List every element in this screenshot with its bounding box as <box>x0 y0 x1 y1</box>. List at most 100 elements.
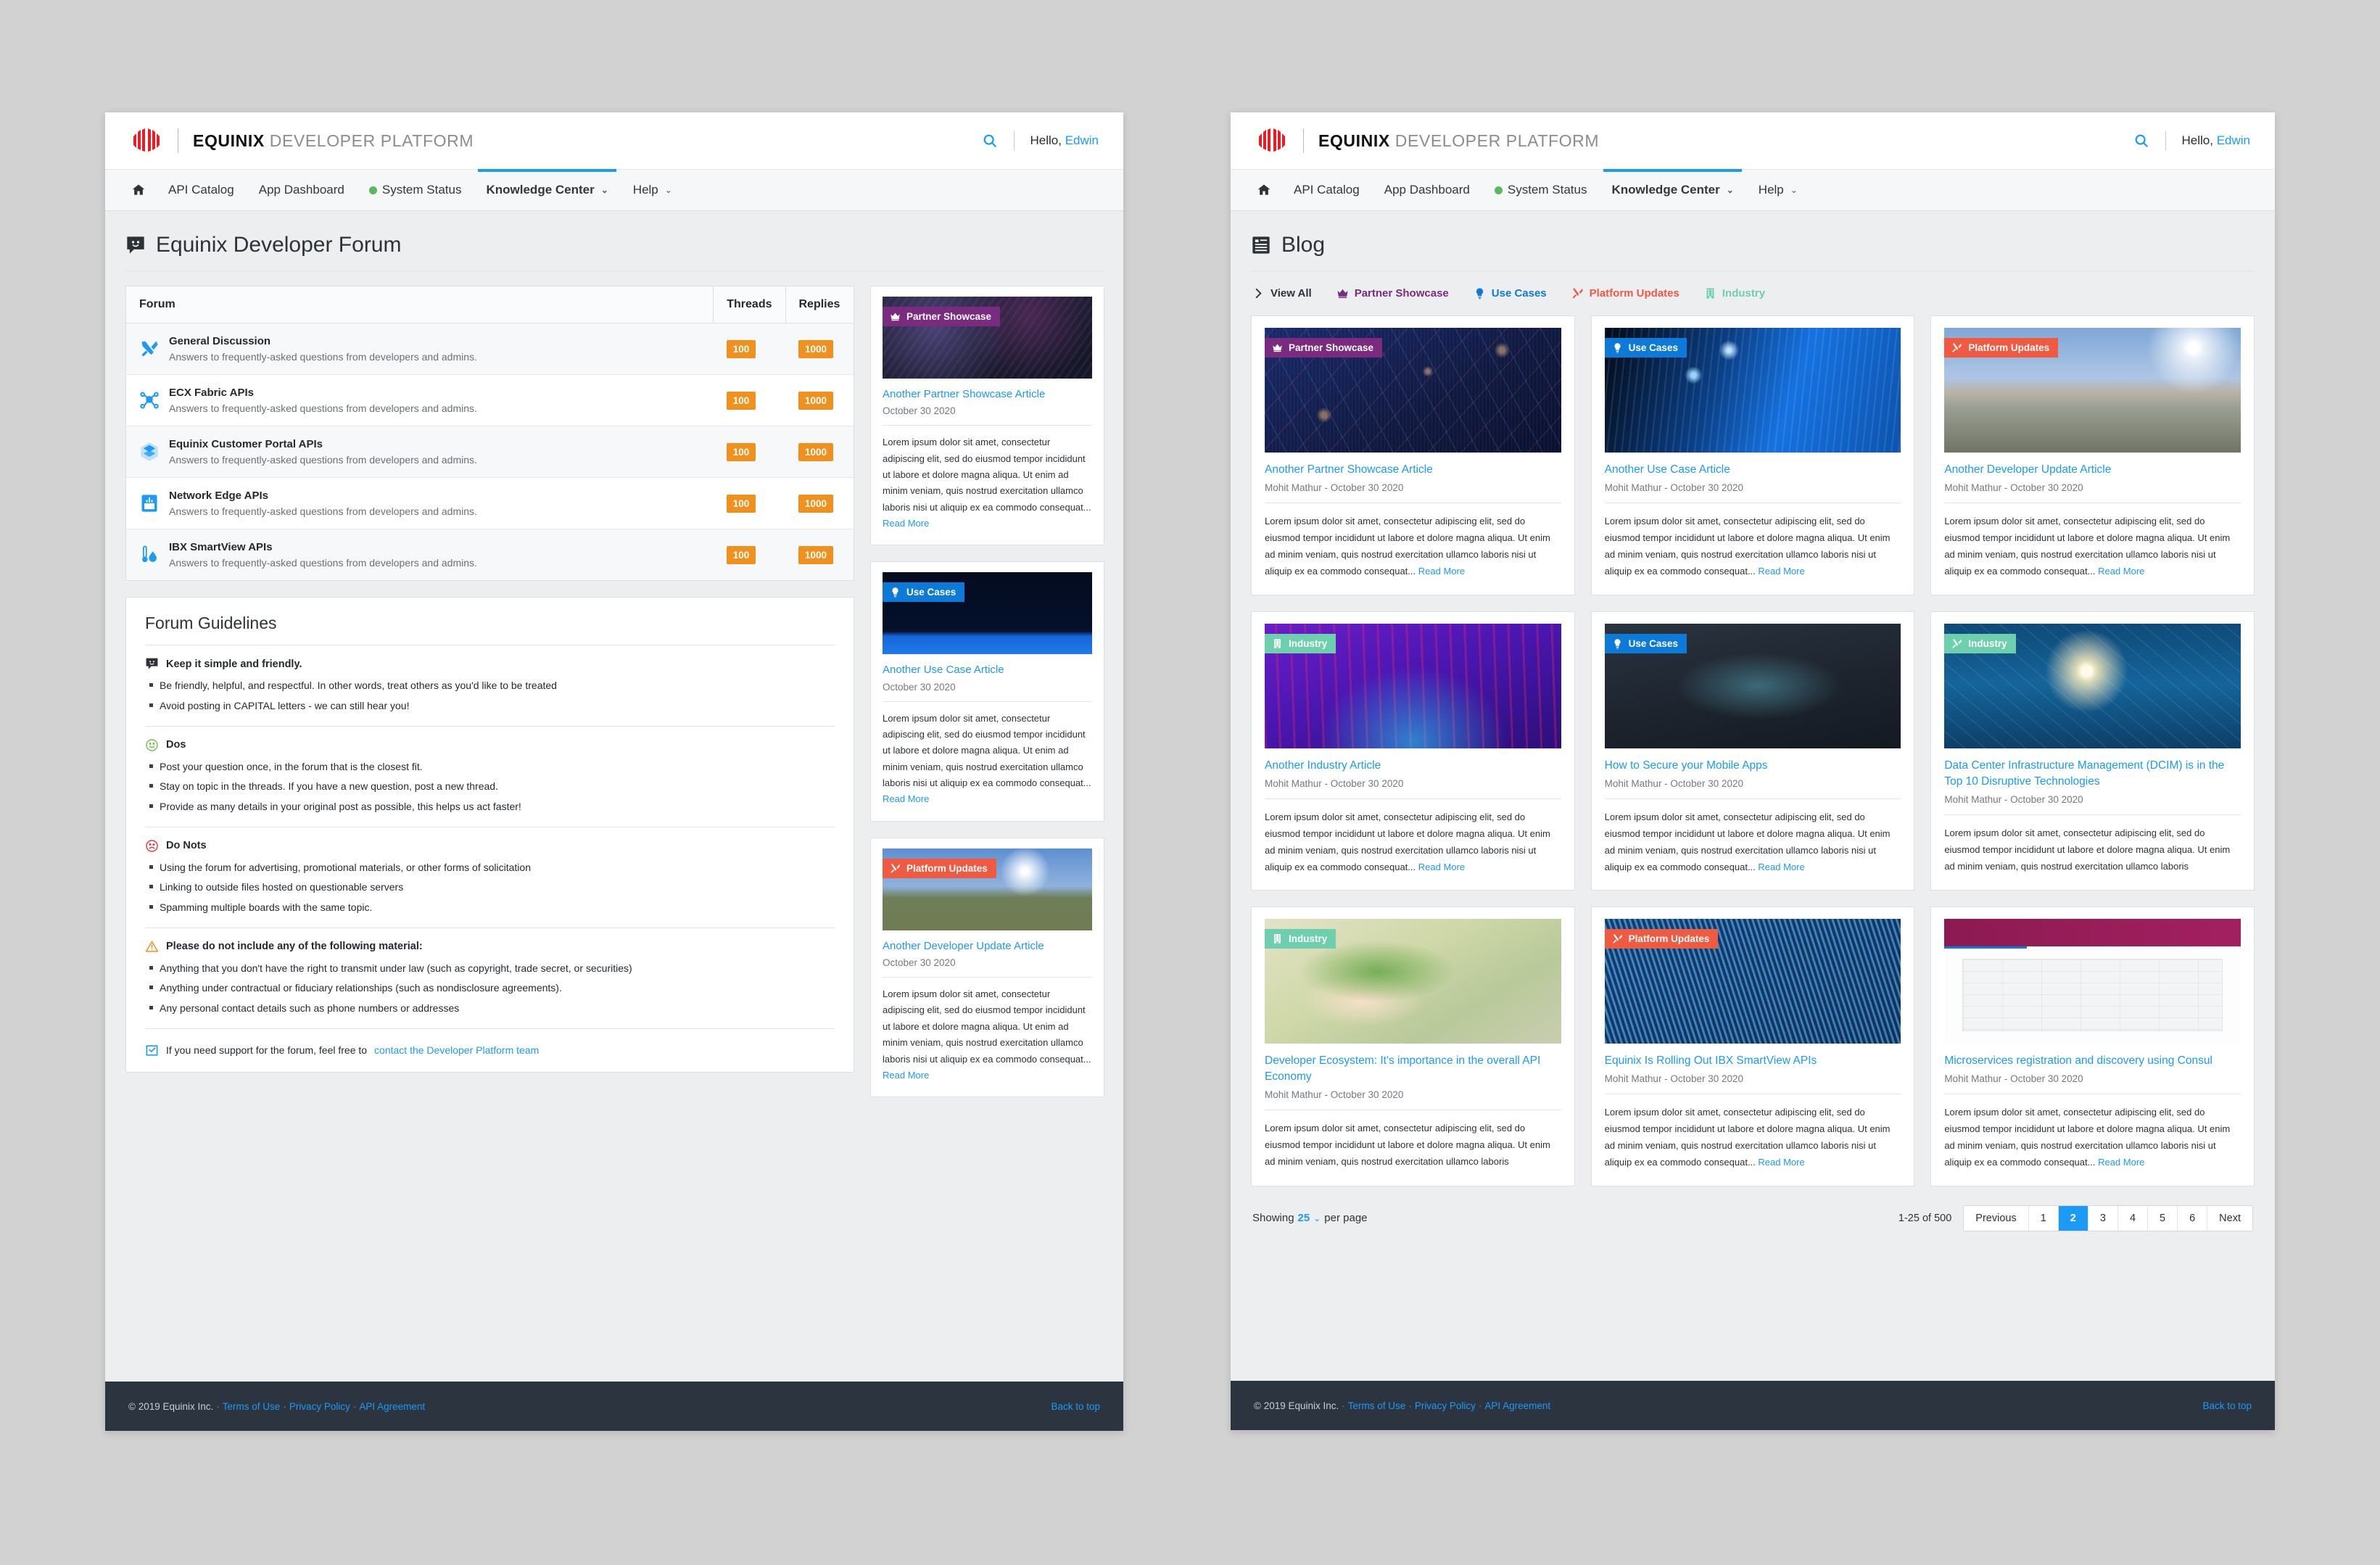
read-more-link[interactable]: Read More <box>1758 1157 1804 1168</box>
category-badge[interactable]: Industry <box>1944 633 2016 653</box>
blog-card[interactable]: Use Cases Microservices registration and… <box>1930 907 2255 1186</box>
blog-title-link[interactable]: Developer Ecosystem: It's importance in … <box>1265 1053 1561 1085</box>
support-link[interactable]: contact the Developer Platform team <box>374 1044 539 1056</box>
category-badge[interactable]: Partner Showcase <box>883 307 1001 326</box>
read-more-link[interactable]: Read More <box>1418 566 1465 577</box>
pagination-page-3[interactable]: 3 <box>2088 1205 2118 1231</box>
forum-name[interactable]: General Discussion <box>169 334 477 350</box>
article-title-link[interactable]: Another Partner Showcase Article <box>883 387 1092 402</box>
nav-item-help[interactable]: Help ⌄ <box>621 170 685 210</box>
blog-card[interactable]: Industry Developer Ecosystem: It's impor… <box>1251 907 1575 1186</box>
read-more-link[interactable]: Read More <box>1418 862 1465 872</box>
equinix-logo-icon[interactable] <box>1255 128 1289 154</box>
footer-link-privacy[interactable]: Privacy Policy <box>1415 1400 1476 1411</box>
back-to-top-link[interactable]: Back to top <box>1051 1401 1100 1412</box>
category-badge[interactable]: Platform Updates <box>1604 929 1719 949</box>
article-card[interactable]: Use Cases Another Use Case Article Octob… <box>870 561 1104 822</box>
blog-filter-industry[interactable]: Industry <box>1704 287 1765 300</box>
user-name-link[interactable]: Edwin <box>2217 133 2250 147</box>
blog-filter-platform-updates[interactable]: Platform Updates <box>1571 287 1679 300</box>
nav-item-home[interactable] <box>125 170 156 210</box>
blog-title-link[interactable]: Another Use Case Article <box>1605 462 1901 478</box>
blog-title-link[interactable]: Data Center Infrastructure Management (D… <box>1944 758 2241 790</box>
blog-title-link[interactable]: Another Partner Showcase Article <box>1265 462 1561 478</box>
category-badge[interactable]: Partner Showcase <box>1265 338 1383 358</box>
read-more-link[interactable]: Read More <box>2098 566 2144 577</box>
nav-item-system-status[interactable]: System Status <box>1482 170 1600 210</box>
blog-title-link[interactable]: Another Industry Article <box>1265 758 1561 774</box>
forum-description: Answers to frequently-asked questions fr… <box>169 453 477 466</box>
table-row[interactable]: General Discussion Answers to frequently… <box>126 323 854 376</box>
read-more-link[interactable]: Read More <box>883 793 929 804</box>
blog-title-link[interactable]: How to Secure your Mobile Apps <box>1605 758 1901 774</box>
pagination-page-4[interactable]: 4 <box>2117 1205 2149 1231</box>
category-badge[interactable]: Industry <box>1265 929 1336 949</box>
nav-item-home[interactable] <box>1251 170 1281 210</box>
nav-item-help[interactable]: Help ⌄ <box>1746 170 1810 210</box>
category-badge[interactable]: Platform Updates <box>883 858 996 878</box>
search-icon[interactable] <box>2133 133 2149 149</box>
pagination-page-5[interactable]: 5 <box>2148 1205 2178 1231</box>
table-row[interactable]: ECX Fabric APIs Answers to frequently-as… <box>126 374 854 427</box>
footer-link-terms[interactable]: Terms of Use <box>223 1401 281 1412</box>
read-more-link[interactable]: Read More <box>883 518 929 529</box>
nav-item-app-dashboard[interactable]: App Dashboard <box>247 170 357 210</box>
footer-link-api-agreement[interactable]: API Agreement <box>1484 1400 1550 1411</box>
read-more-link[interactable]: Read More <box>1758 566 1804 577</box>
category-badge[interactable]: Industry <box>1265 633 1336 653</box>
blog-card[interactable]: Industry Another Industry Article Mohit … <box>1251 611 1575 891</box>
blog-card[interactable]: Industry Data Center Infrastructure Mana… <box>1930 611 2255 891</box>
nav-item-system-status[interactable]: System Status <box>357 170 474 210</box>
threads-cell: 100 <box>713 477 785 530</box>
read-more-link[interactable]: Read More <box>2098 1157 2144 1168</box>
read-more-link[interactable]: Read More <box>883 1070 929 1081</box>
pagination-next[interactable]: Next <box>2207 1205 2252 1231</box>
pagination-previous[interactable]: Previous <box>1964 1205 2029 1231</box>
category-badge[interactable]: Use Cases <box>1944 929 2027 949</box>
nav-item-api-catalog[interactable]: API Catalog <box>156 170 247 210</box>
equinix-logo-icon[interactable] <box>130 128 163 154</box>
per-page-control[interactable]: Showing 25 ⌄ per page <box>1252 1212 1368 1224</box>
nav-item-app-dashboard[interactable]: App Dashboard <box>1372 170 1482 210</box>
forum-name[interactable]: Network Edge APIs <box>169 488 477 504</box>
footer-link-privacy[interactable]: Privacy Policy <box>289 1401 350 1412</box>
blog-title-link[interactable]: Equinix Is Rolling Out IBX SmartView API… <box>1605 1053 1901 1069</box>
blog-card[interactable]: Platform Updates Equinix Is Rolling Out … <box>1590 907 1915 1186</box>
forum-name[interactable]: Equinix Customer Portal APIs <box>169 437 477 453</box>
blog-title-link[interactable]: Microservices registration and discovery… <box>1944 1053 2241 1069</box>
user-name-link[interactable]: Edwin <box>1065 133 1099 147</box>
category-badge[interactable]: Use Cases <box>1604 633 1687 653</box>
blog-filter-use-cases[interactable]: Use Cases <box>1474 287 1547 300</box>
blog-filter-partner-showcase[interactable]: Partner Showcase <box>1336 287 1449 300</box>
article-title-link[interactable]: Another Developer Update Article <box>883 939 1092 954</box>
pagination-page-2[interactable]: 2 <box>2058 1205 2088 1231</box>
forum-name[interactable]: IBX SmartView APIs <box>169 540 477 556</box>
blog-filter-view-all[interactable]: View All <box>1252 287 1312 300</box>
search-icon[interactable] <box>982 133 998 149</box>
category-badge[interactable]: Platform Updates <box>1944 338 2059 358</box>
blog-card[interactable]: Use Cases How to Secure your Mobile Apps… <box>1590 611 1915 891</box>
pagination-page-6[interactable]: 6 <box>2178 1205 2208 1231</box>
footer-link-api-agreement[interactable]: API Agreement <box>359 1401 425 1412</box>
article-card[interactable]: Partner Showcase Another Partner Showcas… <box>870 286 1104 546</box>
pagination-page-1[interactable]: 1 <box>2028 1205 2059 1231</box>
category-badge[interactable]: Use Cases <box>1604 338 1687 358</box>
blog-card[interactable]: Partner Showcase Another Partner Showcas… <box>1251 315 1575 595</box>
table-row[interactable]: Network Edge APIs Answers to frequently-… <box>126 477 854 530</box>
article-card[interactable]: Platform Updates Another Developer Updat… <box>870 837 1104 1098</box>
nav-item-knowledge-center[interactable]: Knowledge Center ⌄ <box>474 169 620 210</box>
nav-item-knowledge-center[interactable]: Knowledge Center ⌄ <box>1599 169 1745 210</box>
nav-item-api-catalog[interactable]: API Catalog <box>1281 170 1372 210</box>
article-title-link[interactable]: Another Use Case Article <box>883 663 1092 677</box>
back-to-top-link[interactable]: Back to top <box>2202 1400 2252 1411</box>
building-icon <box>1272 933 1283 944</box>
footer-link-terms[interactable]: Terms of Use <box>1348 1400 1406 1411</box>
table-row[interactable]: Equinix Customer Portal APIs Answers to … <box>126 426 854 479</box>
category-badge[interactable]: Use Cases <box>883 582 965 603</box>
read-more-link[interactable]: Read More <box>1758 862 1804 872</box>
forum-name[interactable]: ECX Fabric APIs <box>169 385 477 401</box>
table-row[interactable]: IBX SmartView APIs Answers to frequently… <box>126 529 854 581</box>
blog-title-link[interactable]: Another Developer Update Article <box>1944 462 2241 478</box>
blog-card[interactable]: Use Cases Another Use Case Article Mohit… <box>1590 315 1915 595</box>
blog-card[interactable]: Platform Updates Another Developer Updat… <box>1930 315 2255 595</box>
